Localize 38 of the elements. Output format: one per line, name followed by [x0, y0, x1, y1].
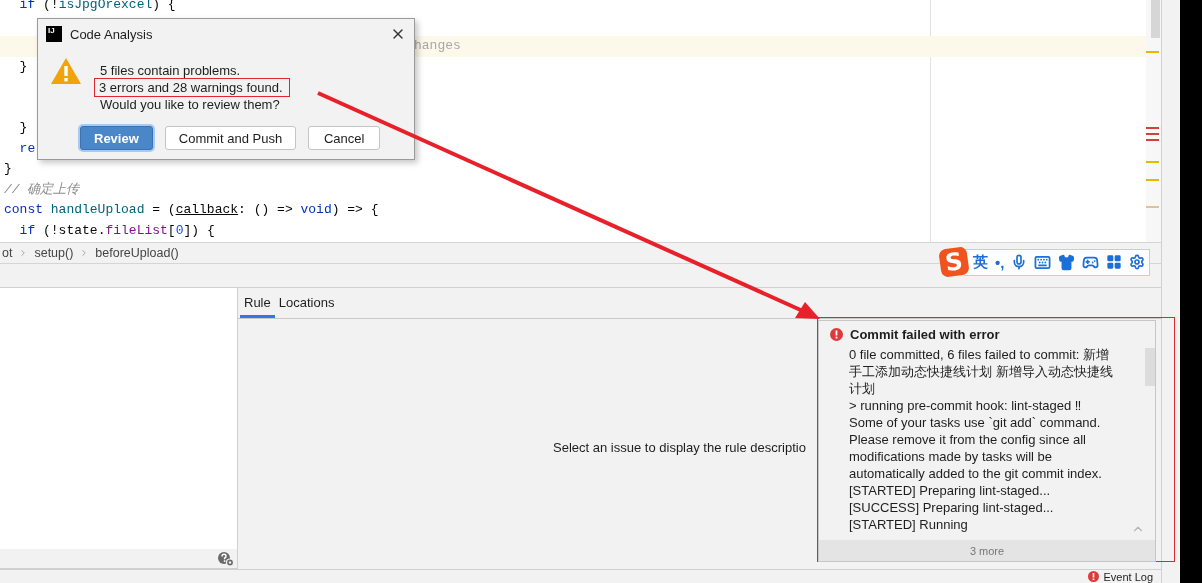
warning-icon: [50, 57, 82, 85]
code-line: }: [18, 120, 28, 135]
dialog-button[interactable]: Review: [80, 126, 153, 150]
code-line: }: [18, 58, 28, 74]
shirt-icon[interactable]: [1058, 253, 1076, 271]
dialog-message: 5 files contain problems.: [99, 62, 242, 79]
dialog-message: 3 errors and 28 warnings found.: [95, 79, 289, 96]
code-line: if (!state.fileList[0]) {: [18, 222, 215, 238]
breadcrumb[interactable]: ot: [0, 245, 15, 260]
notification-message: 0 file committed, 6 files failed to commit: 新增手工添加动态快捷线计划 新增导入动态快捷线计划 > running pre-commit hook: lint-staged ‼ Some of your tasks use `git add` command. Please remove it from the config since all modifications made by tasks will be automatically added to the git commit index. [STARTED] Preparing lint-staged... [SUCCESS] Preparing lint-staged... [STARTED] Running: [849, 346, 1114, 533]
code-line: const handleUpload = (callback: () => void) => {: [4, 202, 379, 217]
breadcrumb[interactable]: beforeUpload(): [93, 245, 181, 260]
microphone-icon[interactable]: [1011, 254, 1028, 270]
app-logo: IJ: [46, 26, 62, 42]
panel-tab[interactable]: Rule: [240, 287, 275, 318]
code-line: hanges: [413, 38, 461, 53]
event-log-link[interactable]: Event Log: [1103, 570, 1154, 583]
scrollbar-thumb[interactable]: [1145, 348, 1155, 386]
settings-icon[interactable]: [1129, 254, 1146, 270]
dialog-button[interactable]: Commit and Push: [164, 126, 297, 150]
dialog-message: Would you like to review them?: [99, 96, 281, 113]
error-icon: [1088, 571, 1100, 582]
ime-toggle[interactable]: 英: [973, 252, 988, 272]
empty-state-text: Select an issue to display the rule descriptio: [553, 440, 806, 456]
dialog-title: Code Analysis: [70, 26, 154, 42]
keyboard-icon[interactable]: [1034, 253, 1052, 271]
notification-title: Commit failed with error: [850, 327, 1000, 342]
help-settings-icon[interactable]: [217, 550, 235, 567]
panel-tab[interactable]: Locations: [274, 287, 339, 318]
code-line: // 确定上传: [4, 181, 80, 197]
ime-toggle[interactable]: •,: [995, 253, 1005, 271]
code-line: }: [4, 161, 12, 176]
error-icon: [830, 328, 843, 341]
more-link[interactable]: 3 more: [969, 544, 1005, 557]
code-line: re: [18, 140, 36, 156]
grid-icon[interactable]: [1106, 254, 1123, 270]
breadcrumb[interactable]: setup(): [32, 245, 76, 260]
dialog-button[interactable]: Cancel: [308, 126, 381, 150]
